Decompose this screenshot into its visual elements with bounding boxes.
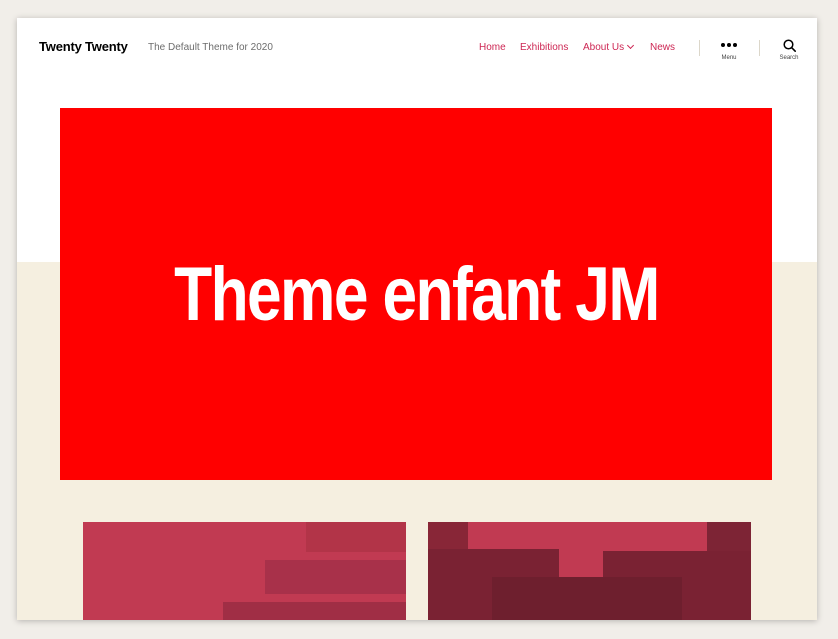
search-icon	[769, 38, 809, 52]
header-divider	[759, 40, 760, 56]
hero-cover-image: Theme enfant JM	[60, 108, 772, 480]
site-title[interactable]: Twenty Twenty	[39, 39, 128, 54]
more-dots-icon	[709, 38, 749, 52]
chevron-down-icon	[627, 41, 635, 50]
menu-toggle-button[interactable]: Menu	[709, 38, 749, 61]
nav-item-about-us-label: About Us	[583, 42, 625, 53]
menu-toggle-label: Menu	[721, 55, 737, 61]
search-toggle-label: Search	[779, 55, 799, 61]
nav-item-news[interactable]: News	[650, 42, 675, 53]
post-card-image-2[interactable]	[428, 522, 751, 620]
header-divider	[699, 40, 700, 56]
nav-item-exhibitions[interactable]: Exhibitions	[520, 42, 568, 53]
browser-page: Twenty Twenty The Default Theme for 2020…	[17, 18, 817, 620]
nav-item-home[interactable]: Home	[479, 42, 506, 53]
search-toggle-button[interactable]: Search	[769, 38, 809, 61]
hero-title: Theme enfant JM	[173, 251, 660, 337]
nav-item-about-us[interactable]: About Us	[583, 41, 635, 53]
site-description: The Default Theme for 2020	[148, 42, 273, 53]
post-card-image-1[interactable]	[83, 522, 406, 620]
